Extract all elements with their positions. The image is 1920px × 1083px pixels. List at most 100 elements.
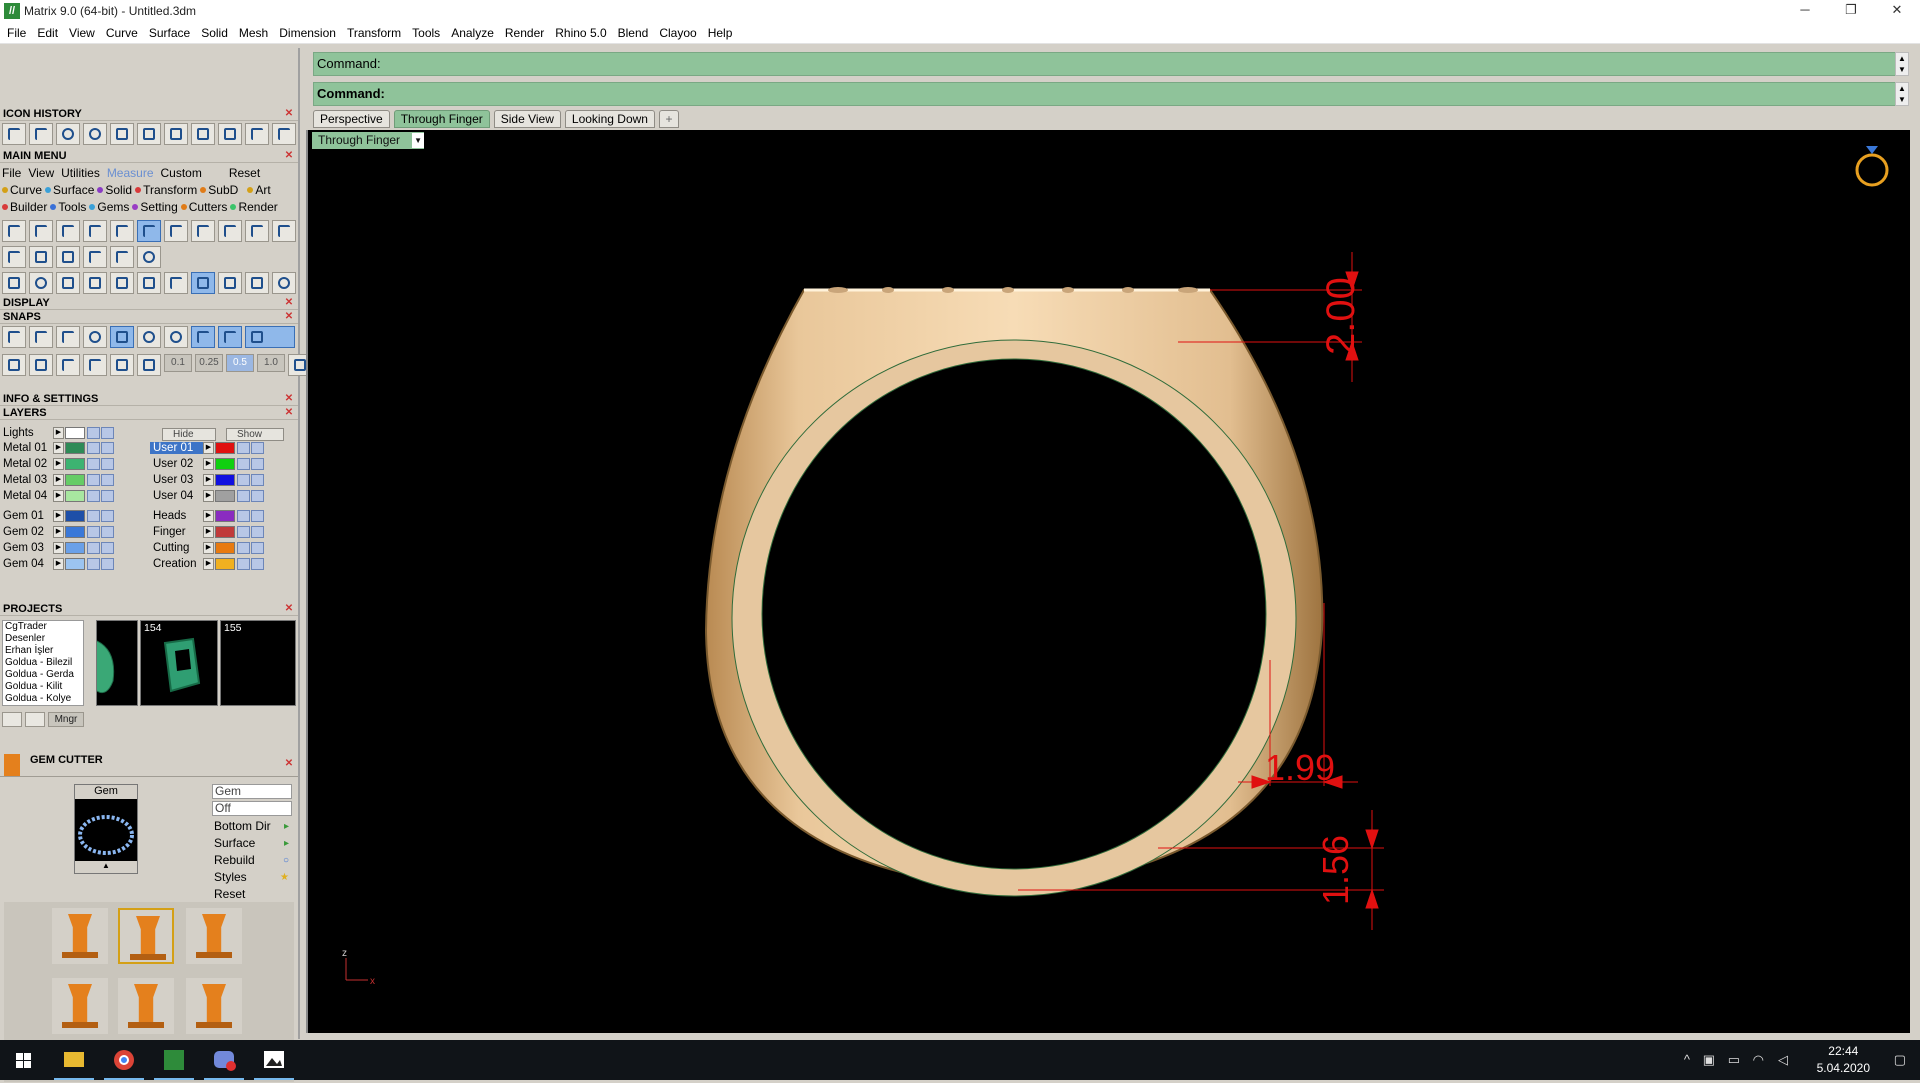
expand-arrow-icon[interactable]: ▶	[53, 474, 64, 486]
project-icon[interactable]	[56, 354, 80, 376]
command-scroll[interactable]: ▲ ▼	[1895, 52, 1909, 76]
text-object-icon[interactable]	[56, 246, 80, 268]
menu-blend[interactable]: Blend	[613, 26, 655, 40]
visibility-icon[interactable]	[101, 542, 114, 554]
group-icon[interactable]	[2, 272, 26, 294]
manager-button[interactable]: Mngr	[48, 712, 84, 727]
expand-arrow-icon[interactable]: ▶	[203, 490, 214, 502]
file-explorer-icon[interactable]	[50, 1040, 98, 1080]
layer-name[interactable]: Heads	[150, 510, 203, 522]
notifications-icon[interactable]: ▢	[1894, 1052, 1906, 1068]
command-input[interactable]: Command:	[313, 82, 1898, 106]
project-folder-list[interactable]: CgTrader Desenler Erhan İşler Goldua - Bile…	[2, 620, 84, 706]
mm-tab-custom[interactable]: Custom	[159, 166, 207, 181]
layer-snap-icon[interactable]	[29, 354, 53, 376]
gem-cutter-header[interactable]: GEM CUTTER ✕	[0, 753, 298, 777]
expand-arrow-icon[interactable]: ▶	[203, 526, 214, 538]
curve-tool-icon[interactable]	[2, 123, 26, 145]
icon-history-header[interactable]: ICON HISTORY ✕	[0, 108, 298, 121]
menu-view[interactable]: View	[64, 26, 101, 40]
cat-surface[interactable]: Surface	[45, 183, 94, 197]
layer-color-swatch[interactable]	[65, 542, 85, 554]
chrome-icon[interactable]	[100, 1040, 148, 1080]
menu-file[interactable]: File	[2, 26, 32, 40]
close-icon[interactable]: ✕	[284, 109, 294, 119]
array-icon[interactable]	[56, 272, 80, 294]
cutter-tool-6-icon[interactable]	[186, 978, 242, 1034]
up-arrow-icon[interactable]	[25, 712, 45, 727]
ring-size-icon[interactable]	[1855, 146, 1889, 187]
tray-chevron-icon[interactable]: ^	[1684, 1052, 1690, 1067]
surface-button[interactable]: Surface ▸	[212, 835, 292, 852]
layer-name[interactable]: Creation	[150, 558, 203, 570]
snap-near-icon[interactable]	[29, 326, 53, 348]
project-folder-item[interactable]: Goldua - Kilit	[5, 681, 83, 693]
visibility-icon[interactable]	[251, 474, 264, 486]
mm-tab-utilities[interactable]: Utilities	[59, 166, 105, 181]
layer-name[interactable]: User 01	[150, 442, 203, 454]
command-input-scroll[interactable]: ▲ ▼	[1895, 82, 1909, 106]
snap-value-0.1[interactable]: 0.1	[164, 354, 192, 372]
line-tool-icon[interactable]	[29, 123, 53, 145]
planar-icon[interactable]	[83, 354, 107, 376]
pin-icon[interactable]	[83, 123, 107, 145]
length-icon[interactable]	[272, 220, 296, 242]
cutter-tool-3-icon[interactable]	[186, 908, 242, 964]
windows-start-icon[interactable]	[0, 1040, 48, 1080]
close-icon[interactable]: ✕	[284, 759, 294, 769]
grid-icon[interactable]	[2, 354, 26, 376]
circle-icon[interactable]	[272, 272, 296, 294]
menu-solid[interactable]: Solid	[196, 26, 234, 40]
menu-clayoo[interactable]: Clayoo	[654, 26, 702, 40]
layer-name[interactable]: Finger	[150, 526, 203, 538]
expand-arrow-icon[interactable]: ▶	[203, 558, 214, 570]
expand-arrow-icon[interactable]: ▶	[203, 510, 214, 522]
lock-icon[interactable]	[237, 558, 250, 570]
back-arrow-icon[interactable]	[245, 123, 269, 145]
lock-icon[interactable]	[237, 442, 250, 454]
horizontal-dim-icon[interactable]	[56, 220, 80, 242]
tab-side-view[interactable]: Side View	[493, 110, 561, 128]
expand-arrow-icon[interactable]: ▶	[53, 427, 64, 439]
cat-gems[interactable]: Gems	[89, 200, 129, 214]
snap-value-1.0[interactable]: 1.0	[257, 354, 285, 372]
snap-tan-icon[interactable]	[218, 326, 242, 348]
expand-arrow-icon[interactable]: ▶	[53, 490, 64, 502]
smart-track-icon[interactable]	[137, 354, 161, 376]
render-icon[interactable]	[164, 123, 188, 145]
layer-name[interactable]: Metal 02	[0, 458, 53, 470]
expand-arrow-icon[interactable]: ▶	[203, 458, 214, 470]
cutter-tool-4-icon[interactable]	[52, 978, 108, 1034]
battery-icon[interactable]: ▭	[1728, 1052, 1740, 1068]
snap-perp-icon[interactable]	[191, 326, 215, 348]
layer-color-swatch[interactable]	[215, 442, 235, 454]
tab-looking-down[interactable]: Looking Down	[564, 110, 655, 128]
close-icon[interactable]: ✕	[284, 151, 294, 161]
visibility-icon[interactable]	[101, 458, 114, 470]
layer-name[interactable]: Metal 01	[0, 442, 53, 454]
cylinder-icon[interactable]	[191, 123, 215, 145]
lock-icon[interactable]	[87, 510, 100, 522]
menu-dimension[interactable]: Dimension	[274, 26, 342, 40]
forward-arrow-icon[interactable]	[272, 123, 296, 145]
cat-cutters[interactable]: Cutters	[180, 200, 227, 214]
menu-surface[interactable]: Surface	[144, 26, 196, 40]
visibility-icon[interactable]	[101, 474, 114, 486]
lock-icon[interactable]	[237, 458, 250, 470]
visibility-icon[interactable]	[101, 526, 114, 538]
cutter-tool-5-icon[interactable]	[118, 978, 174, 1034]
dim-line-icon[interactable]	[2, 246, 26, 268]
layer-color-swatch[interactable]	[215, 510, 235, 522]
move-icon[interactable]	[110, 272, 134, 294]
leader-icon[interactable]	[164, 220, 188, 242]
maximize-button[interactable]: ❐	[1828, 0, 1874, 22]
gem-off-select[interactable]: Off	[212, 801, 292, 816]
cat-subd[interactable]: SubD	[200, 183, 238, 197]
layer-color-swatch[interactable]	[65, 510, 85, 522]
visibility-icon[interactable]	[251, 490, 264, 502]
vertical-dim-icon[interactable]	[137, 220, 161, 242]
globe-icon[interactable]	[56, 123, 80, 145]
projects-header[interactable]: PROJECTS ✕	[0, 603, 298, 616]
menu-transform[interactable]: Transform	[342, 26, 407, 40]
ortho-icon[interactable]	[110, 354, 134, 376]
